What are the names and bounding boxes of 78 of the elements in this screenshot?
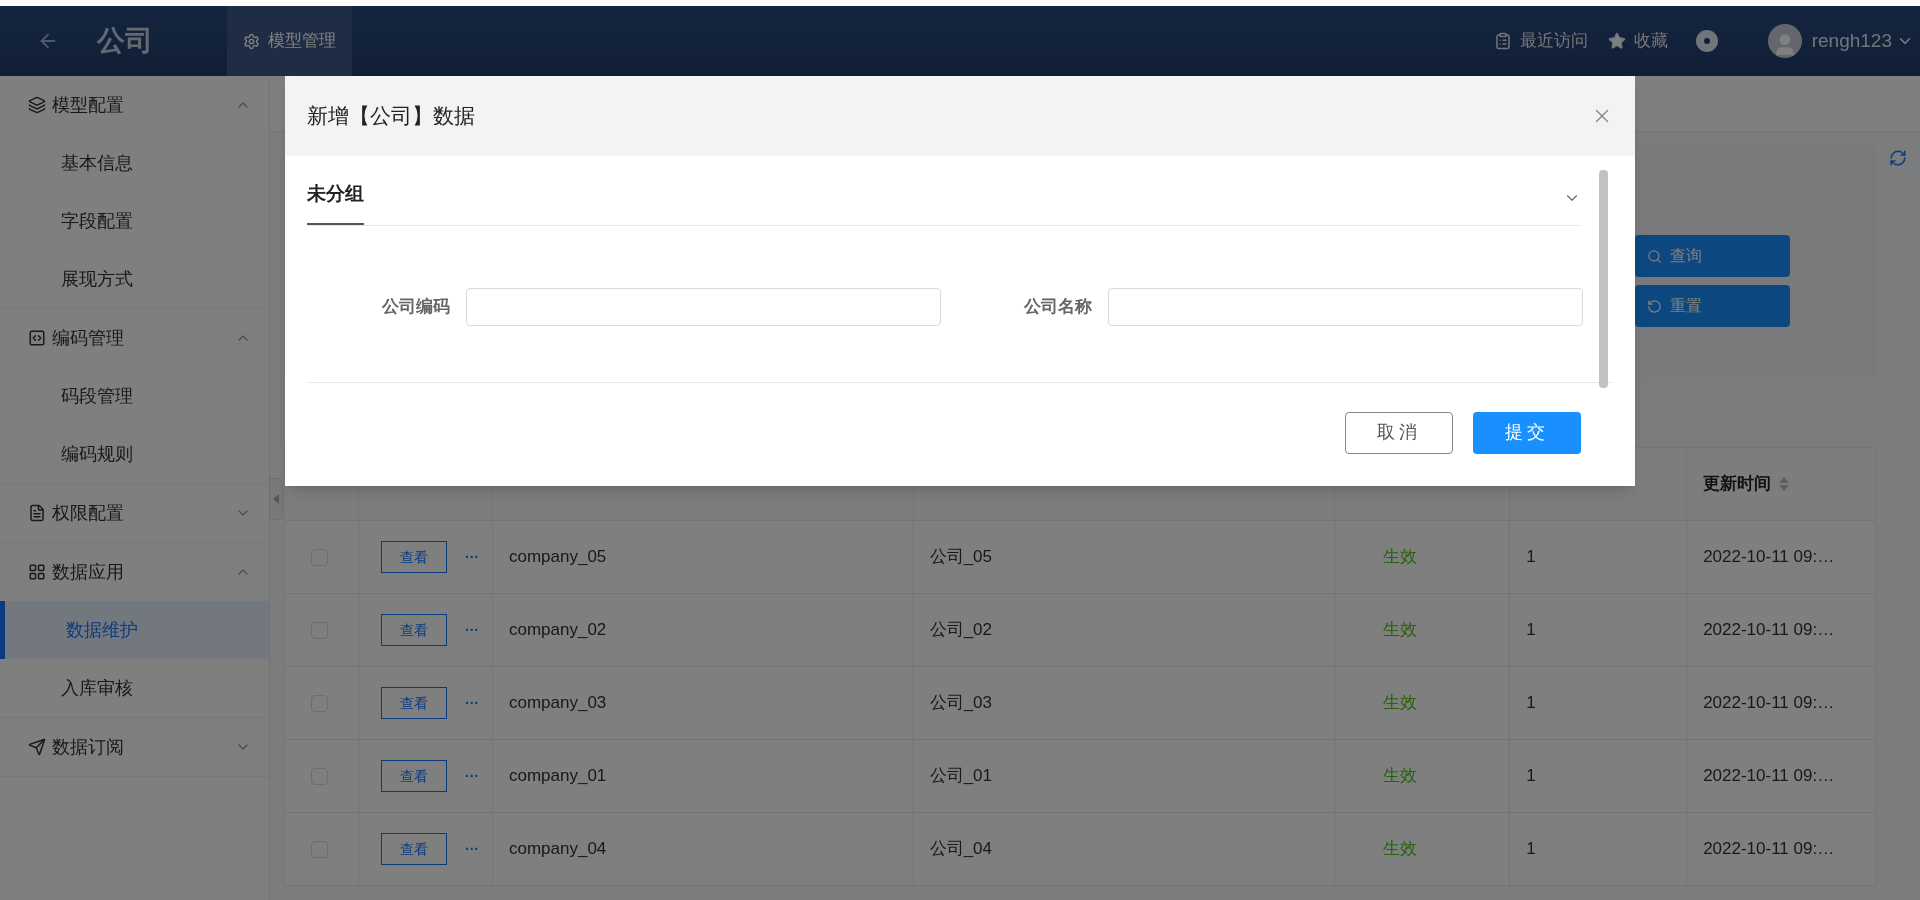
menu-item[interactable]: 码段管理 xyxy=(0,367,269,425)
settings-icon xyxy=(243,32,260,50)
view-button[interactable]: 查看 xyxy=(380,541,447,573)
table-cell-text: company_01 xyxy=(508,765,607,788)
page-title: 公司 xyxy=(97,24,154,58)
grid-icon xyxy=(28,563,46,581)
table-cell-text: 2022-10-11 09:… xyxy=(1703,692,1835,715)
table-cell-text: 公司_01 xyxy=(929,765,993,788)
menu-item[interactable]: 展现方式 xyxy=(0,250,269,308)
table-cell-text: 1 xyxy=(1526,692,1536,715)
star-icon xyxy=(1607,32,1626,50)
user-name[interactable]: rengh123 xyxy=(1811,26,1892,56)
nav-tab[interactable]: 模型管理 xyxy=(227,6,352,76)
menu-item[interactable]: 编码规则 xyxy=(0,425,269,483)
menu-item[interactable]: 字段配置 xyxy=(0,192,269,250)
header-link[interactable]: 收藏 xyxy=(1607,28,1668,54)
status-text: 生效 xyxy=(1383,838,1418,861)
status-text: 生效 xyxy=(1383,619,1418,642)
table-cell-text: 公司_03 xyxy=(929,692,993,715)
table-cell-text: 1 xyxy=(1526,838,1536,861)
status-text: 生效 xyxy=(1383,692,1418,715)
more-link[interactable]: ··· xyxy=(464,692,479,714)
submit-button[interactable]: 提交 xyxy=(1473,411,1581,454)
scrollbar[interactable] xyxy=(1599,170,1608,388)
table-cell-text: 2022-10-11 09:… xyxy=(1703,765,1835,788)
input-field[interactable] xyxy=(1108,287,1583,326)
table-cell-text: 公司_02 xyxy=(929,619,993,642)
view-button[interactable]: 查看 xyxy=(380,833,447,865)
header-link[interactable]: 最近访问 xyxy=(1493,28,1588,54)
field-label: 公司编码 xyxy=(382,295,450,318)
code-icon xyxy=(28,329,46,347)
cancel-button[interactable]: 取消 xyxy=(1345,411,1453,454)
field-label: 公司名称 xyxy=(1024,295,1092,318)
menu-item[interactable]: 入库审核 xyxy=(0,659,269,717)
table-cell-text: company_05 xyxy=(508,546,607,569)
table-cell-text: company_02 xyxy=(508,619,607,642)
status-text: 生效 xyxy=(1383,765,1418,788)
section-tab[interactable]: 未分组 xyxy=(307,180,364,225)
input-field[interactable] xyxy=(466,287,941,326)
sort-icon[interactable] xyxy=(1779,477,1790,491)
menu-item[interactable]: 基本信息 xyxy=(0,134,269,192)
more-link[interactable]: ··· xyxy=(464,619,479,641)
more-link[interactable]: ··· xyxy=(464,765,479,787)
table-cell-text: 公司_05 xyxy=(929,546,993,569)
table-cell-text: 2022-10-11 09:… xyxy=(1703,546,1835,569)
table-cell-text: company_03 xyxy=(508,692,607,715)
table-cell-text: company_04 xyxy=(508,838,607,861)
view-button[interactable]: 查看 xyxy=(380,614,447,646)
reset-icon xyxy=(1647,298,1662,314)
search-button[interactable]: 查询 xyxy=(1635,235,1790,277)
menu-group[interactable]: 权限配置 xyxy=(0,484,269,542)
dialog-title: 新增【公司】数据 xyxy=(307,103,476,130)
more-link[interactable]: ··· xyxy=(464,838,479,860)
menu-item[interactable]: 数据维护 xyxy=(0,601,269,659)
clipboard-icon xyxy=(1493,32,1512,50)
send-icon xyxy=(28,738,46,756)
reset-button[interactable]: 重置 xyxy=(1635,285,1790,327)
more-link[interactable]: ··· xyxy=(464,546,479,568)
menu-group[interactable]: 数据订阅 xyxy=(0,718,269,776)
table-cell-text: 1 xyxy=(1526,765,1536,788)
view-button[interactable]: 查看 xyxy=(380,760,447,792)
table-cell-text: 1 xyxy=(1526,619,1536,642)
view-button[interactable]: 查看 xyxy=(380,687,447,719)
collapse-handle[interactable] xyxy=(269,478,283,520)
table-cell-text: 公司_04 xyxy=(929,838,993,861)
avatar[interactable] xyxy=(1767,24,1802,58)
document-icon xyxy=(28,504,46,522)
table-cell-text: 2022-10-11 09:… xyxy=(1703,619,1835,642)
layers-icon xyxy=(28,96,46,114)
menu-group[interactable]: 数据应用 xyxy=(0,543,269,601)
menu-group[interactable]: 模型配置 xyxy=(0,76,269,134)
table-cell-text: 1 xyxy=(1526,546,1536,569)
status-text: 生效 xyxy=(1383,546,1418,569)
table-cell-text: 2022-10-11 09:… xyxy=(1703,838,1835,861)
search-icon xyxy=(1647,248,1662,264)
refresh-icon[interactable] xyxy=(1889,149,1907,167)
menu-group[interactable]: 编码管理 xyxy=(0,309,269,367)
column-header: 更新时间 xyxy=(1703,473,1772,496)
